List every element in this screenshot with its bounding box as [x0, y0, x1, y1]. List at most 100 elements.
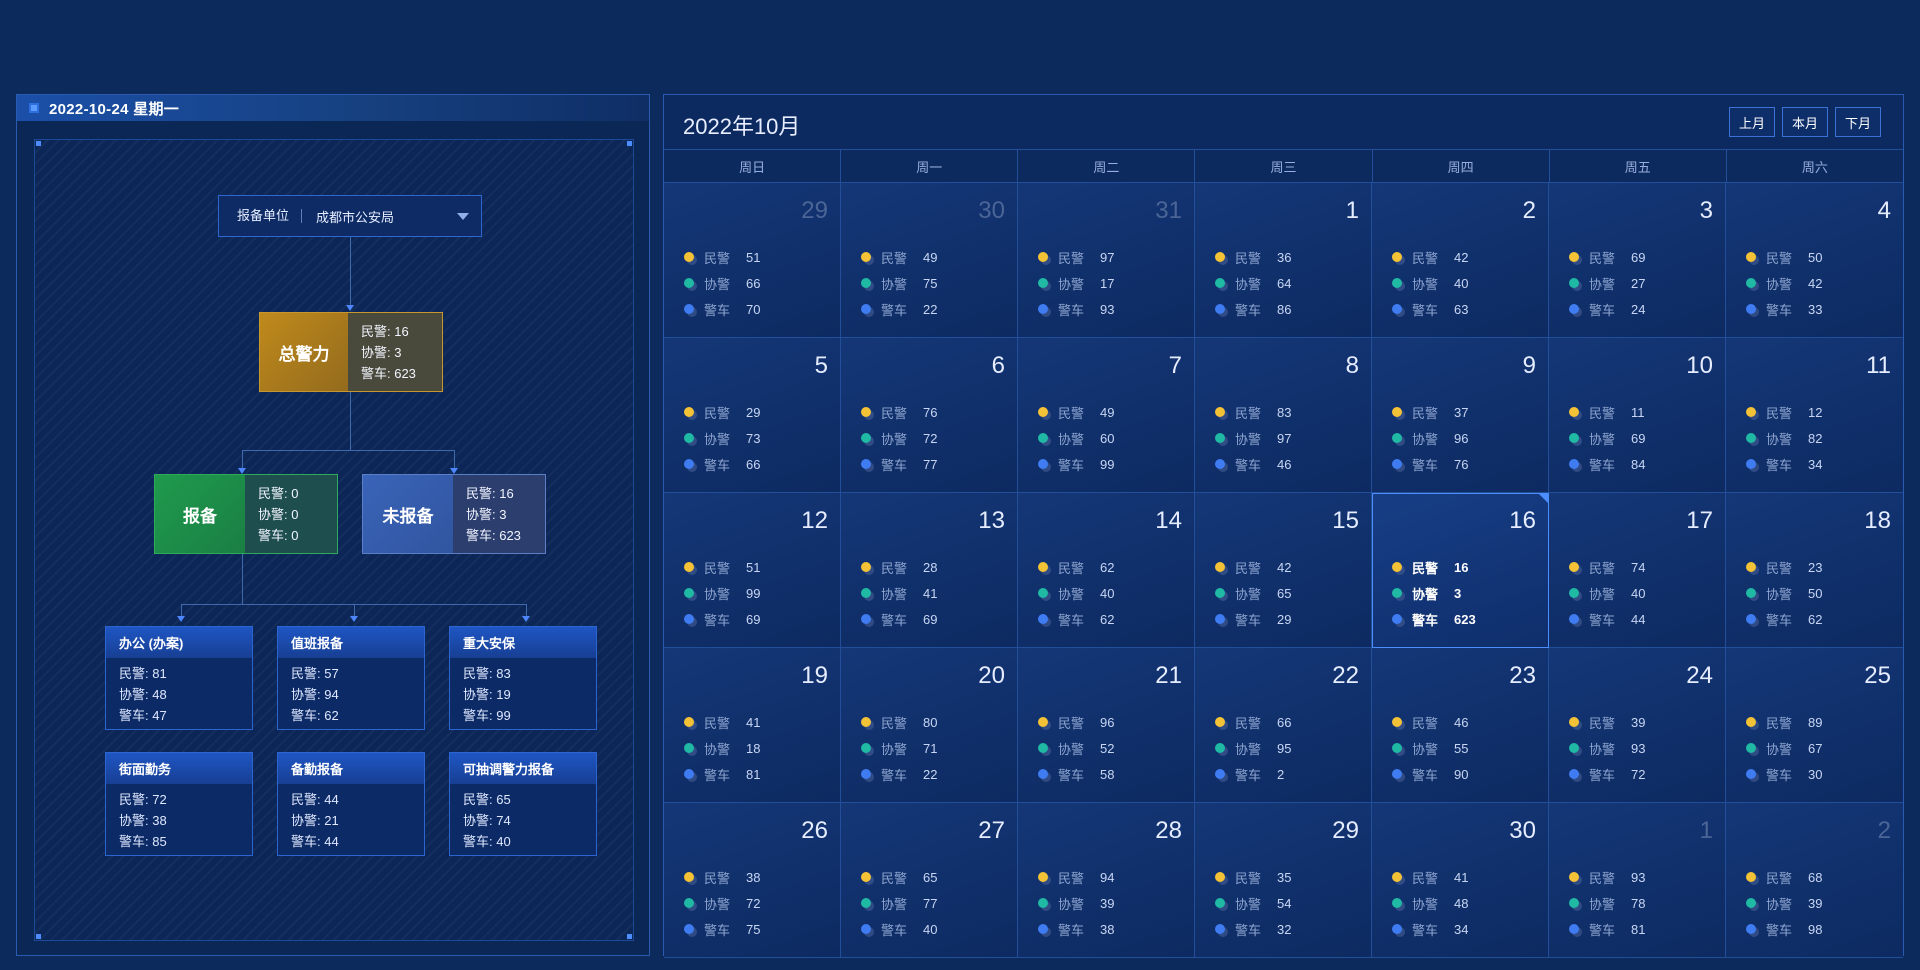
calendar-day-cell[interactable]: 30 民警 41 协警 48 警车 34 [1372, 803, 1549, 958]
calendar-day-cell[interactable]: 6 民警 76 协警 72 警车 77 [841, 338, 1018, 493]
calendar-day-cell[interactable]: 30 民警 49 协警 75 警车 22 [841, 183, 1018, 338]
vehicle-dot-icon [1215, 304, 1225, 314]
stat-label: 协警 [881, 896, 908, 912]
stat-label: 民警 [1412, 250, 1439, 266]
next-month-button[interactable]: 下月 [1835, 107, 1881, 137]
stat-label: 民警 [1766, 405, 1793, 421]
vehicle-dot-icon [684, 304, 694, 314]
calendar-day-cell[interactable]: 17 民警 74 协警 40 警车 44 [1549, 493, 1726, 648]
calendar-day-cell[interactable]: 13 民警 28 协警 41 警车 69 [841, 493, 1018, 648]
calendar-day-cell[interactable]: 23 民警 46 协警 55 警车 90 [1372, 648, 1549, 803]
calendar-day-cell[interactable]: 20 民警 80 协警 71 警车 22 [841, 648, 1018, 803]
stat-value: 24 [1631, 301, 1646, 317]
day-stats: 民警 93 协警 78 警车 81 [1569, 864, 1645, 942]
vehicle-dot-icon [861, 924, 871, 934]
stat-value: 29 [1277, 611, 1292, 627]
calendar-day-cell[interactable]: 29 民警 35 协警 54 警车 32 [1195, 803, 1372, 958]
auxiliary-stat-row: 协警 40 [1569, 580, 1645, 606]
reported-node[interactable]: 报备 民警: 0 协警: 0 警车: 0 [154, 474, 338, 554]
calendar-day-cell[interactable]: 26 民警 38 协警 72 警车 75 [664, 803, 841, 958]
stat-value: 62 [1100, 611, 1115, 627]
calendar-day-cell[interactable]: 3 民警 69 协警 27 警车 24 [1549, 183, 1726, 338]
stat-value: 69 [1631, 430, 1646, 446]
category-card[interactable]: 值班报备 民警: 57 协警: 94 警车: 62 [277, 626, 425, 730]
calendar-day-cell[interactable]: 9 民警 37 协警 96 警车 76 [1372, 338, 1549, 493]
police-stat-row: 民警 16 [1392, 554, 1476, 580]
stat-label: 协警 [1412, 741, 1439, 757]
auxiliary-stat-row: 协警 41 [861, 580, 937, 606]
stat-label: 民警 [1766, 870, 1793, 886]
calendar-day-cell[interactable]: 2 民警 42 协警 40 警车 63 [1372, 183, 1549, 338]
calendar-day-cell[interactable]: 22 民警 66 协警 95 警车 2 [1195, 648, 1372, 803]
stat-value: 42 [1808, 275, 1823, 291]
calendar-day-cell[interactable]: 25 民警 89 协警 67 警车 30 [1726, 648, 1903, 803]
vehicle-stat: 警车: 623 [361, 365, 416, 381]
prev-month-button[interactable]: 上月 [1729, 107, 1775, 137]
calendar-day-cell-selected[interactable]: 16 民警 16 协警 3 警车 623 [1372, 493, 1549, 648]
vehicle-stat-row: 警车 34 [1392, 916, 1468, 942]
vehicle-dot-icon [684, 614, 694, 624]
calendar-day-cell[interactable]: 15 民警 42 协警 65 警车 29 [1195, 493, 1372, 648]
stat-label: 警车 [881, 767, 908, 783]
calendar-day-cell[interactable]: 28 民警 94 协警 39 警车 38 [1018, 803, 1195, 958]
calendar-day-cell[interactable]: 21 民警 96 协警 52 警车 58 [1018, 648, 1195, 803]
calendar-day-cell[interactable]: 12 民警 51 协警 99 警车 69 [664, 493, 841, 648]
stat-label: 协警 [1058, 276, 1085, 292]
vehicle-stat-row: 警车 66 [684, 451, 760, 477]
vehicle-dot-icon [1569, 769, 1579, 779]
calendar-day-cell[interactable]: 1 民警 93 协警 78 警车 81 [1549, 803, 1726, 958]
category-card[interactable]: 办公 (办案) 民警: 81 协警: 48 警车: 47 [105, 626, 253, 730]
stat-label: 协警 [1589, 741, 1616, 757]
police-stat-row: 民警 41 [684, 709, 760, 735]
stat-value: 50 [1808, 249, 1823, 265]
category-card[interactable]: 可抽调警力报备 民警: 65 协警: 74 警车: 40 [449, 752, 597, 856]
calendar-day-cell[interactable]: 27 民警 65 协警 77 警车 40 [841, 803, 1018, 958]
stat-label: 警车 [1058, 767, 1085, 783]
stat-label: 民警 [881, 715, 908, 731]
vehicle-dot-icon [684, 459, 694, 469]
day-stats: 民警 97 协警 17 警车 93 [1038, 244, 1114, 322]
calendar-day-cell[interactable]: 31 民警 97 协警 17 警车 93 [1018, 183, 1195, 338]
chevron-down-icon[interactable] [457, 212, 469, 220]
stat-label: 协警 [1058, 741, 1085, 757]
calendar-day-cell[interactable]: 29 民警 51 协警 66 警车 70 [664, 183, 841, 338]
weekday-header-row: 周日 周一 周二 周三 周四 周五 周六 [664, 149, 1903, 183]
stat-label: 民警 [1766, 250, 1793, 266]
stat-value: 33 [1808, 301, 1823, 317]
vehicle-dot-icon [1038, 614, 1048, 624]
police-stat-row: 民警 89 [1746, 709, 1822, 735]
stat-label: 警车 [704, 302, 731, 318]
stat-value: 75 [923, 275, 938, 291]
vehicle-dot-icon [1392, 304, 1402, 314]
police-stat-row: 民警 29 [684, 399, 760, 425]
stat-label: 民警 [1412, 870, 1439, 886]
category-card[interactable]: 重大安保 民警: 83 协警: 19 警车: 99 [449, 626, 597, 730]
stat-label: 警车 [1589, 457, 1616, 473]
vehicle-stat-row: 警车 46 [1215, 451, 1291, 477]
calendar-day-cell[interactable]: 11 民警 12 协警 82 警车 34 [1726, 338, 1903, 493]
unreported-node[interactable]: 未报备 民警: 16 协警: 3 警车: 623 [362, 474, 546, 554]
police-dot-icon [1746, 562, 1756, 572]
auxiliary-stat-row: 协警 96 [1392, 425, 1468, 451]
calendar-day-cell[interactable]: 8 民警 83 协警 97 警车 46 [1195, 338, 1372, 493]
calendar-day-cell[interactable]: 4 民警 50 协警 42 警车 33 [1726, 183, 1903, 338]
auxiliary-stat-row: 协警 73 [684, 425, 760, 451]
calendar-day-cell[interactable]: 1 民警 36 协警 64 警车 86 [1195, 183, 1372, 338]
vehicle-dot-icon [861, 459, 871, 469]
current-month-button[interactable]: 本月 [1782, 107, 1828, 137]
category-card[interactable]: 备勤报备 民警: 44 协警: 21 警车: 44 [277, 752, 425, 856]
calendar-day-cell[interactable]: 18 民警 23 协警 50 警车 62 [1726, 493, 1903, 648]
weekday-label: 周六 [1801, 159, 1828, 175]
calendar-day-cell[interactable]: 2 民警 68 协警 39 警车 98 [1726, 803, 1903, 958]
calendar-day-cell[interactable]: 19 民警 41 协警 18 警车 81 [664, 648, 841, 803]
calendar-day-cell[interactable]: 24 民警 39 协警 93 警车 72 [1549, 648, 1726, 803]
calendar-day-cell[interactable]: 10 民警 11 协警 69 警车 84 [1549, 338, 1726, 493]
weekday-label: 周日 [664, 150, 842, 182]
calendar-day-cell[interactable]: 14 民警 62 协警 40 警车 62 [1018, 493, 1195, 648]
calendar-day-cell[interactable]: 5 民警 29 协警 73 警车 66 [664, 338, 841, 493]
category-card[interactable]: 街面勤务 民警: 72 协警: 38 警车: 85 [105, 752, 253, 856]
calendar-day-cell[interactable]: 7 民警 49 协警 60 警车 99 [1018, 338, 1195, 493]
total-force-node[interactable]: 总警力 民警: 16 协警: 3 警车: 623 [259, 312, 443, 392]
stat-value: 54 [1277, 895, 1292, 911]
unit-select[interactable]: 报备单位 成都市公安局 [218, 195, 482, 237]
